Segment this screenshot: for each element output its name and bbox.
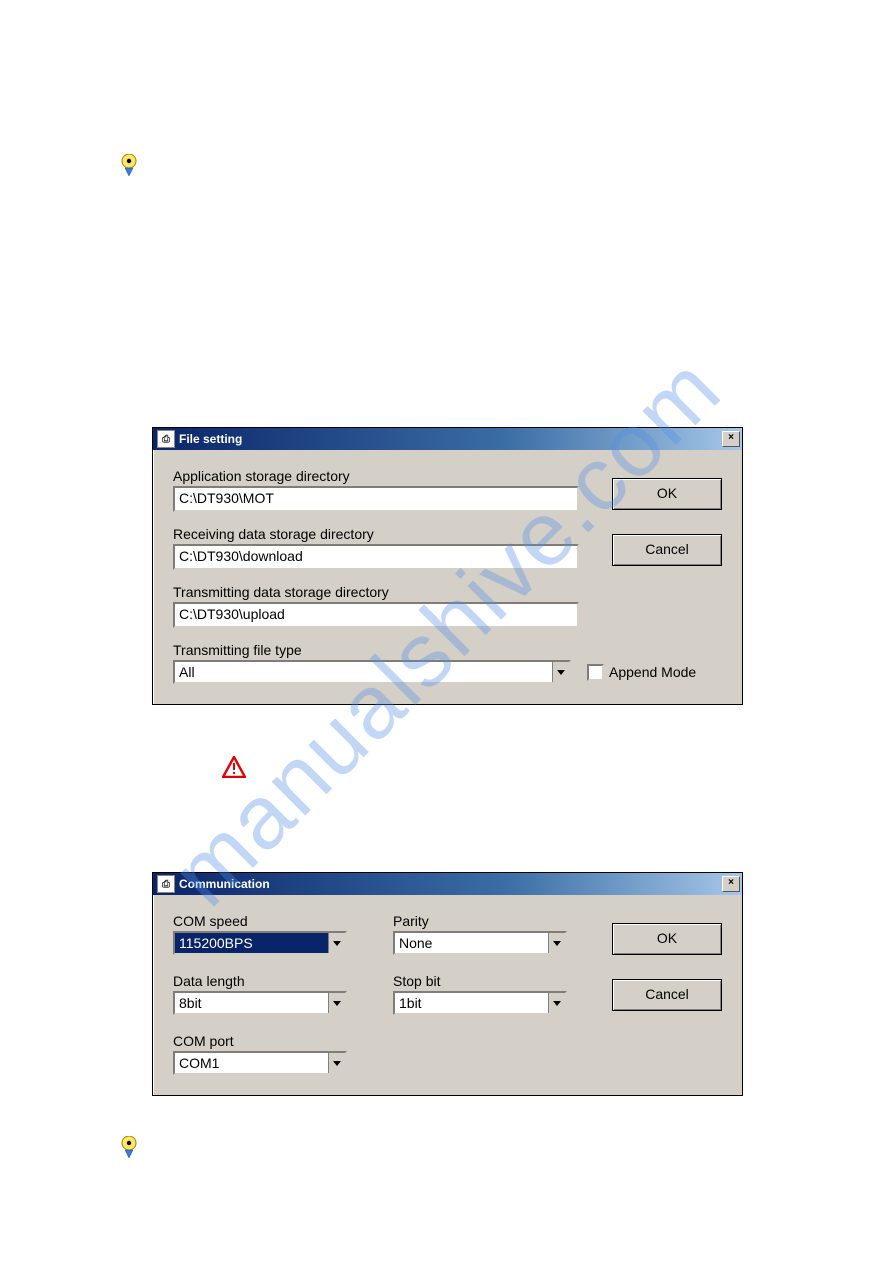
- append-mode-label: Append Mode: [609, 664, 696, 680]
- file-type-label: Transmitting file type: [173, 642, 722, 658]
- data-length-select[interactable]: 8bit: [173, 991, 347, 1015]
- data-length-label: Data length: [173, 973, 353, 989]
- com-port-select[interactable]: COM1: [173, 1051, 347, 1075]
- file-setting-title: File setting: [179, 432, 722, 446]
- com-speed-select[interactable]: 115200BPS: [173, 931, 347, 955]
- cancel-button[interactable]: Cancel: [612, 534, 722, 566]
- tip-bulb-icon: [120, 1136, 138, 1158]
- recv-dir-input[interactable]: C:\DT930\download: [173, 544, 579, 570]
- communication-titlebar[interactable]: ⎙ Communication ×: [153, 873, 742, 895]
- com-speed-label: COM speed: [173, 913, 353, 929]
- append-mode-checkbox[interactable]: Append Mode: [587, 664, 696, 681]
- app-icon: ⎙: [157, 875, 175, 893]
- parity-select[interactable]: None: [393, 931, 567, 955]
- stop-bit-label: Stop bit: [393, 973, 573, 989]
- cancel-button[interactable]: Cancel: [612, 979, 722, 1011]
- chevron-down-icon[interactable]: [548, 993, 565, 1013]
- chevron-down-icon[interactable]: [548, 933, 565, 953]
- parity-label: Parity: [393, 913, 573, 929]
- data-length-value: 8bit: [175, 993, 328, 1013]
- communication-title: Communication: [179, 877, 722, 891]
- tip-bulb-icon: [120, 154, 138, 176]
- app-dir-input[interactable]: C:\DT930\MOT: [173, 486, 579, 512]
- file-type-select[interactable]: All: [173, 660, 571, 684]
- com-port-value: COM1: [175, 1053, 328, 1073]
- ok-button[interactable]: OK: [612, 923, 722, 955]
- chevron-down-icon[interactable]: [328, 933, 345, 953]
- chevron-down-icon[interactable]: [552, 662, 569, 682]
- parity-value: None: [395, 933, 548, 953]
- file-setting-titlebar[interactable]: ⎙ File setting ×: [153, 428, 742, 450]
- app-icon: ⎙: [157, 430, 175, 448]
- checkbox-box[interactable]: [587, 664, 604, 681]
- chevron-down-icon[interactable]: [328, 1053, 345, 1073]
- com-port-label: COM port: [173, 1033, 353, 1049]
- warning-triangle-icon: [222, 756, 246, 778]
- communication-dialog: ⎙ Communication × OK Cancel COM speed 11…: [152, 872, 743, 1096]
- trans-dir-label: Transmitting data storage directory: [173, 584, 722, 600]
- ok-button[interactable]: OK: [612, 478, 722, 510]
- file-type-value: All: [175, 662, 552, 682]
- trans-dir-input[interactable]: C:\DT930\upload: [173, 602, 579, 628]
- chevron-down-icon[interactable]: [328, 993, 345, 1013]
- stop-bit-value: 1bit: [395, 993, 548, 1013]
- stop-bit-select[interactable]: 1bit: [393, 991, 567, 1015]
- file-setting-dialog: ⎙ File setting × OK Cancel Application s…: [152, 427, 743, 705]
- close-button[interactable]: ×: [722, 876, 740, 892]
- com-speed-value: 115200BPS: [175, 933, 328, 953]
- close-button[interactable]: ×: [722, 431, 740, 447]
